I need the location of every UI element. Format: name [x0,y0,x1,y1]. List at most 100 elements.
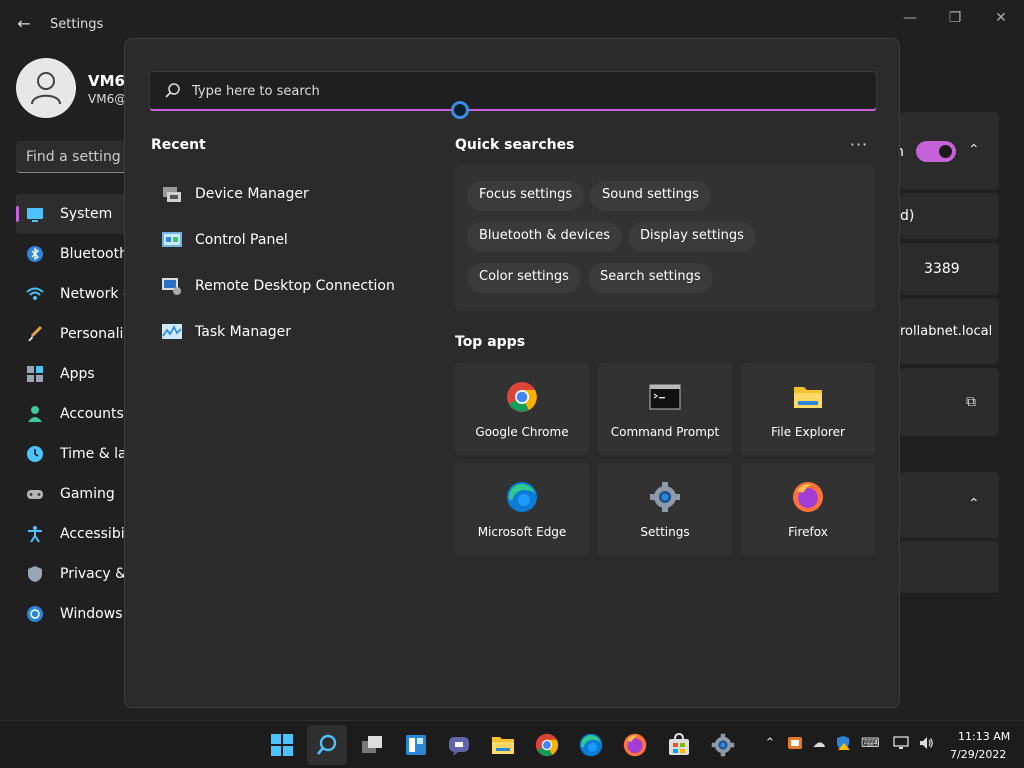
settings-card[interactable] [900,368,999,436]
open-external-icon[interactable]: ⧉ [966,394,976,410]
taskbar-firefox[interactable] [615,725,655,765]
start-button[interactable] [262,725,302,765]
mouse-cursor [451,101,469,119]
nav-label: Personaliz [60,326,131,342]
tray-app-icon [788,737,802,749]
chevron-up-icon[interactable]: ⌃ [968,142,980,158]
nav-item-time-language[interactable]: Time & lar [16,434,136,474]
widgets-icon [406,735,426,755]
close-button[interactable]: ✕ [986,8,1016,28]
clock-date[interactable]: 7/29/2022 [950,748,1006,761]
taskbar-settings[interactable] [703,725,743,765]
recent-item-device-manager[interactable]: Device Manager [151,171,411,217]
recent-label: Device Manager [195,186,309,202]
top-app-microsoft-edge[interactable]: Microsoft Edge [455,463,589,555]
nav-label: Time & lar [60,446,133,462]
top-app-google-chrome[interactable]: Google Chrome [455,363,589,455]
user-icon [31,72,61,105]
keyboard-icon[interactable]: ⌨ [861,735,880,753]
store-icon [669,733,689,755]
remote-desktop-toggle[interactable] [916,141,956,162]
quick-searches-panel: Focus settings Sound settings Bluetooth … [455,165,875,311]
nav-item-personalization[interactable]: Personaliz [16,314,136,354]
teams-chat-icon [449,737,469,756]
quick-search-chip[interactable]: Color settings [467,263,581,293]
nav-item-accessibility[interactable]: Accessibili [16,514,136,554]
port-value: 3389 [924,261,960,277]
nav-label: Bluetooth [60,246,128,262]
windows-logo-icon [271,734,293,756]
app-label: Microsoft Edge [477,525,567,539]
clock-time[interactable]: 11:13 AM [958,730,1010,743]
taskbar-file-explorer[interactable] [483,725,523,765]
task-view-button[interactable] [352,725,392,765]
search-box[interactable] [149,71,877,111]
widgets-button[interactable] [396,725,436,765]
shield-warning-icon [837,736,850,750]
gaming-icon [27,490,43,499]
taskbar-search-button[interactable] [307,725,347,765]
recent-item-remote-desktop[interactable]: Remote Desktop Connection [151,263,411,309]
quick-search-chip[interactable]: Sound settings [590,181,711,211]
taskbar: ⌃ ☁ ⌨ 11:13 AM 7/29/2022 [0,720,1024,768]
avatar[interactable] [16,58,76,118]
nav-item-gaming[interactable]: Gaming [16,474,136,514]
user-email: VM6@ [88,92,127,106]
nav-item-network[interactable]: Network & [16,274,136,314]
more-options-button[interactable]: ··· [847,135,871,155]
search-input[interactable] [190,78,850,104]
app-label: Firefox [788,525,828,539]
windows-update-icon [27,606,43,622]
remote-desktop-icon [162,278,181,295]
settings-card [900,541,999,593]
nav-item-system[interactable]: System [16,194,136,234]
nav-item-privacy[interactable]: Privacy & s [16,554,136,594]
back-button[interactable]: ← [12,12,36,36]
chevron-up-icon[interactable]: ⌃ [968,496,980,512]
quick-search-chip[interactable]: Display settings [628,222,756,252]
top-app-command-prompt[interactable]: Command Prompt [598,363,732,455]
nav-label: Accessibili [60,526,133,542]
nav-item-accounts[interactable]: Accounts [16,394,136,434]
top-app-settings[interactable]: Settings [598,463,732,555]
quick-search-chip[interactable]: Bluetooth & devices [467,222,622,252]
task-manager-icon [162,324,182,339]
search-flyout: Recent Device Manager Control Panel Remo… [124,38,900,708]
tray-app-icon[interactable] [786,735,804,753]
taskbar-chrome[interactable] [527,725,567,765]
recent-item-task-manager[interactable]: Task Manager [151,309,411,355]
security-warning-icon[interactable] [834,735,852,753]
top-app-file-explorer[interactable]: File Explorer [741,363,875,455]
taskbar-edge[interactable] [571,725,611,765]
settings-card [900,193,999,239]
minimize-button[interactable]: — [895,8,925,28]
network-icon[interactable] [892,735,910,753]
taskbar-store[interactable] [659,725,699,765]
recent-item-control-panel[interactable]: Control Panel [151,217,411,263]
nav-item-bluetooth[interactable]: Bluetooth [16,234,136,274]
device-manager-icon [163,187,181,202]
quick-search-chip[interactable]: Search settings [588,263,713,293]
settings-card[interactable] [900,472,999,538]
volume-icon[interactable] [917,735,935,753]
onedrive-offline-icon[interactable]: ☁ [810,735,828,753]
privacy-icon [28,566,42,582]
user-name: VM6 [88,72,125,90]
window-title: Settings [50,17,104,32]
settings-nav: System Bluetooth Network & Personaliz Ap… [16,194,136,634]
nav-label: System [60,206,113,222]
chat-button[interactable] [439,725,479,765]
top-app-firefox[interactable]: Firefox [741,463,875,555]
time-language-icon [27,446,43,462]
file-explorer-icon [794,387,822,408]
nav-item-apps[interactable]: Apps [16,354,136,394]
edge-icon [579,733,603,757]
nav-item-windows-update[interactable]: Windows U [16,594,136,634]
show-hidden-icons-chevron-icon[interactable]: ⌃ [761,735,779,753]
accessibility-icon [28,526,42,543]
maximize-button[interactable]: ❐ [940,8,970,28]
card-text: d) [900,208,915,224]
quick-search-chip[interactable]: Focus settings [467,181,585,211]
recent-label: Remote Desktop Connection [195,278,395,294]
recent-title: Recent [151,137,206,153]
